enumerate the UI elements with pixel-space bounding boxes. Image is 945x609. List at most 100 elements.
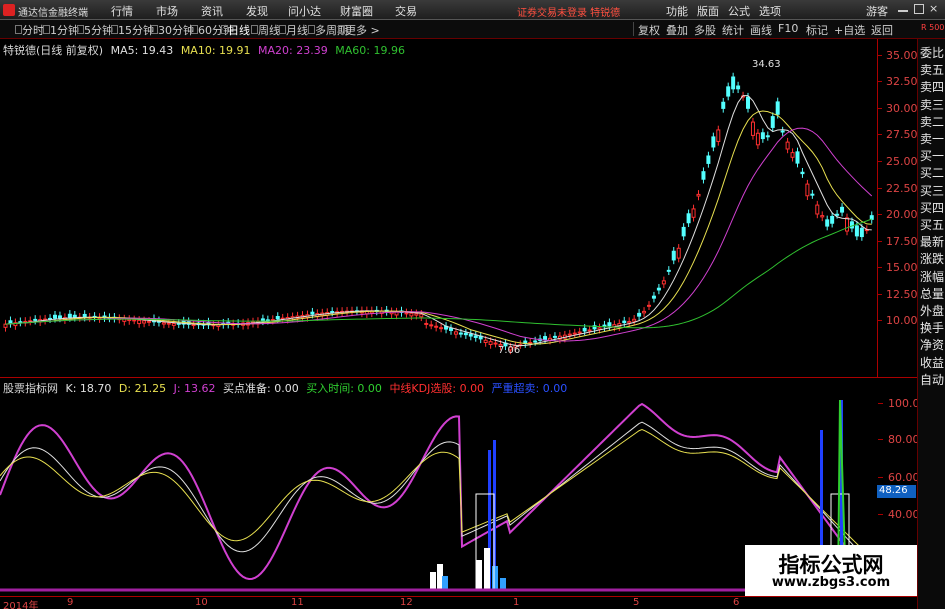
candle [488, 341, 493, 345]
side-tab[interactable]: 净资 [920, 336, 944, 353]
candle [434, 325, 439, 328]
side-tab[interactable]: 涨幅 [920, 268, 944, 285]
buy-time-value: 买入时间: 0.00 [306, 382, 382, 395]
price-tick: 35.00 [877, 49, 918, 62]
side-tab[interactable]: 涨跌 [920, 250, 944, 267]
candle [770, 116, 775, 128]
candle [404, 312, 409, 315]
candle [701, 171, 706, 180]
candle [746, 96, 750, 109]
ma5-value: MA5: 19.43 [110, 44, 174, 57]
candle [711, 136, 716, 148]
indicator-bar [484, 548, 490, 590]
candle [463, 332, 468, 336]
side-tab[interactable]: 总量 [920, 285, 944, 302]
candle [137, 319, 142, 325]
candle [835, 213, 840, 216]
date-tick: 10 [195, 597, 208, 608]
side-tab[interactable]: 收益 [920, 354, 944, 371]
candle [142, 320, 147, 324]
candle [780, 130, 785, 133]
candle [785, 141, 790, 150]
candle [439, 327, 444, 330]
candle [706, 155, 711, 164]
candle [810, 193, 815, 196]
indicator-name[interactable]: 股票指标网 [3, 382, 58, 395]
price-tick: 32.50 [877, 75, 918, 88]
candle [53, 314, 57, 319]
panel-divider[interactable] [0, 377, 917, 378]
date-tick: 5 [633, 597, 640, 608]
price-legend: 特锐德(日线 前复权) MA5: 19.43 MA10: 19.91 MA20:… [3, 42, 409, 58]
indicator-legend: 股票指标网 K: 18.70 D: 21.25 J: 13.62 买点准备: 0… [3, 380, 571, 396]
side-tab[interactable]: 卖三 [920, 96, 944, 113]
chart-line [5, 110, 872, 345]
candle [731, 76, 736, 90]
oversold-value: 严重超卖: 0.00 [491, 382, 568, 395]
candle [686, 213, 691, 224]
side-tab[interactable]: 卖二 [920, 113, 944, 130]
d-value: D: 21.25 [118, 382, 167, 395]
side-tab[interactable]: 自动 [920, 371, 944, 388]
candle [67, 313, 72, 318]
candle [582, 327, 587, 332]
side-tab[interactable]: 买四 [920, 199, 944, 216]
side-tab[interactable]: 买一 [920, 147, 944, 164]
candle [815, 204, 820, 215]
indicator-tick: 100.0 [878, 397, 920, 410]
side-tab[interactable]: 外盘 [920, 302, 944, 319]
candle [8, 320, 13, 324]
price-tick: 12.50 [877, 288, 918, 301]
candle [3, 323, 8, 328]
candle [275, 316, 280, 320]
candle [493, 342, 498, 345]
side-tab[interactable]: 卖四 [920, 78, 944, 95]
candle [171, 322, 176, 326]
candle [800, 171, 805, 175]
candle [468, 333, 473, 337]
candle [458, 332, 463, 335]
candle [845, 217, 849, 232]
candle [572, 332, 577, 335]
indicator-bar [492, 566, 498, 590]
candle [552, 335, 557, 338]
date-tick: 1 [513, 597, 520, 608]
ma20-value: MA20: 23.39 [258, 44, 328, 57]
side-tab[interactable]: 卖五 [920, 61, 944, 78]
side-tab[interactable]: 换手 [920, 319, 944, 336]
mid-kdj-value: 中线KDJ选股: 0.00 [389, 382, 485, 395]
watermark: 指标公式网 www.zbgs3.com [745, 545, 917, 596]
side-tab[interactable]: 买五 [920, 216, 944, 233]
price-tick: 25.00 [877, 155, 918, 168]
candle [567, 333, 572, 336]
candle [473, 335, 478, 338]
ma10-value: MA10: 19.91 [180, 44, 251, 57]
side-tab[interactable]: 买三 [920, 182, 944, 199]
candle [637, 312, 642, 317]
stock-name[interactable]: 特锐德(日线 前复权) [3, 44, 103, 57]
j-value: J: 13.62 [173, 382, 216, 395]
candle [716, 129, 721, 142]
candle [840, 206, 845, 213]
candle [82, 313, 87, 318]
candle [805, 183, 810, 197]
side-tab[interactable]: 最新 [920, 233, 944, 250]
indicator-bar [476, 560, 482, 590]
candle [627, 321, 632, 324]
side-tab[interactable]: 卖一 [920, 130, 944, 147]
price-tick: 20.00 [877, 208, 918, 221]
candle [681, 226, 686, 237]
candle [651, 295, 656, 299]
candle [726, 86, 731, 97]
price-tick: 27.50 [877, 128, 918, 141]
candle [543, 336, 548, 340]
k-value: K: 18.70 [65, 382, 112, 395]
price-tick: 22.50 [877, 182, 918, 195]
candle [310, 311, 315, 315]
candle [587, 329, 592, 332]
side-tab[interactable]: 委比 [920, 44, 944, 61]
candle [666, 269, 671, 272]
candle [721, 101, 726, 109]
side-tab[interactable]: 买二 [920, 164, 944, 181]
chart-canvas[interactable] [0, 0, 945, 609]
